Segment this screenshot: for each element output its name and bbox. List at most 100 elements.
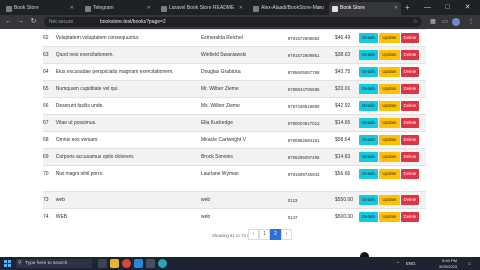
delete-button[interactable]: Delete (400, 67, 420, 77)
menu-kebab-icon[interactable]: ⋮ (466, 17, 476, 27)
chrome-icon[interactable] (122, 259, 131, 268)
profile-avatar[interactable] (452, 18, 460, 26)
browser-tab[interactable]: Telegram ✕ (82, 2, 154, 15)
book-title: Nisi magni nihil porro. (55, 165, 201, 183)
browser-toolbar: ← → ↻ Not secure bookstore.test/books?pa… (0, 15, 480, 29)
vscode-icon[interactable] (134, 259, 143, 268)
maximize-icon[interactable]: □ (440, 0, 455, 15)
table-row: 70 Nisi magni nihil porro. Lauriane Wyman 9… (43, 165, 426, 183)
delete-button[interactable]: Delete (400, 84, 420, 94)
update-button[interactable]: Update (379, 84, 400, 94)
book-price: $14.65 (334, 114, 359, 132)
details-button[interactable]: Details (358, 152, 379, 162)
books-table: 62 Voluptatem voluptatem consequuntur. Esm… (43, 29, 426, 226)
book-title: Eius excusadae perspiciatis magnam exerc… (55, 63, 201, 81)
delete-button[interactable]: Delete (400, 135, 420, 145)
tab-close-icon[interactable]: ✕ (317, 2, 321, 15)
browser-tab[interactable]: Book Store ✕ (3, 2, 77, 15)
browser-tab[interactable]: Alex-Alaadi/BookStore-Manag...✕ (250, 2, 324, 15)
table-row: 63 Quod nesi exercitationem. Winfield Swan… (43, 46, 426, 64)
book-author: web (200, 208, 288, 226)
new-tab-button[interactable]: + (405, 2, 410, 13)
url-text[interactable]: bookstore.test/books?page=2 (100, 17, 166, 27)
tray-chevron-icon[interactable]: ⌃ (396, 257, 400, 270)
update-button[interactable]: Update (379, 101, 400, 111)
pagination-page-2[interactable]: 2 (270, 229, 281, 240)
details-button[interactable]: Details (358, 101, 379, 111)
not-secure-indicator[interactable]: Not secure (49, 17, 73, 27)
update-button[interactable]: Update (379, 67, 400, 77)
file-explorer-icon[interactable] (110, 259, 119, 268)
task-view-icon[interactable] (98, 259, 107, 268)
reload-icon[interactable]: ↻ (28, 15, 39, 29)
tab-close-icon[interactable]: ✕ (70, 2, 74, 15)
forward-icon[interactable]: → (15, 15, 26, 29)
notifications-icon[interactable]: □ (468, 257, 471, 270)
delete-button[interactable]: Delete (400, 195, 420, 205)
details-button[interactable]: Details (358, 67, 379, 77)
details-button[interactable]: Details (358, 50, 379, 60)
pagination-page-1[interactable]: 1 (259, 229, 270, 240)
minimize-icon[interactable]: — (420, 0, 435, 15)
details-button[interactable]: Details (358, 169, 379, 180)
delete-button[interactable]: Delete (400, 50, 420, 60)
edge-icon[interactable] (158, 259, 167, 268)
delete-button[interactable]: Delete (400, 212, 420, 223)
browser-tab[interactable]: Laravel Book Store README ✕ (158, 2, 246, 15)
delete-button[interactable]: Delete (400, 101, 420, 111)
tab-close-icon[interactable]: ✕ (239, 2, 243, 15)
browser-tab[interactable]: Book Store ✕ (329, 2, 401, 15)
row-actions: Details Update Delete (358, 208, 426, 226)
book-title: WEB (55, 208, 201, 226)
row-actions: Details Update Delete (358, 29, 426, 47)
book-id: 69 (43, 148, 56, 166)
book-author: Lauriane Wyman (200, 165, 288, 183)
sidebar-icon[interactable]: ▭ (440, 17, 450, 27)
book-isbn: 9789844795685 (287, 80, 335, 98)
book-price: $33.01 (334, 80, 359, 98)
pagination-next[interactable]: › (281, 229, 292, 240)
tab-favicon-icon (161, 6, 167, 12)
row-actions: Details Update Delete (358, 114, 426, 132)
details-button[interactable]: Details (358, 33, 379, 43)
update-button[interactable]: Update (379, 152, 400, 162)
terminal-icon[interactable] (146, 259, 155, 268)
update-button[interactable]: Update (379, 50, 400, 60)
details-button[interactable]: Details (358, 212, 379, 223)
update-button[interactable]: Update (379, 212, 400, 223)
delete-button[interactable]: Delete (400, 33, 420, 43)
tab-close-icon[interactable]: ✕ (394, 2, 398, 15)
book-title: Corporis accusamus optio dolorem. (55, 148, 201, 166)
book-price: $500.00 (334, 208, 359, 226)
language-indicator[interactable]: ENG (406, 257, 416, 270)
details-button[interactable]: Details (358, 84, 379, 94)
update-button[interactable]: Update (379, 169, 400, 180)
update-button[interactable]: Update (379, 135, 400, 145)
row-actions: Details Update Delete (358, 131, 426, 149)
update-button[interactable]: Update (379, 118, 400, 128)
bookmark-star-icon[interactable]: ☆ (413, 17, 418, 27)
taskbar-search-input[interactable]: ⚲ Type here to search (16, 259, 92, 268)
extensions-icon[interactable]: ▦ (428, 17, 438, 27)
book-isbn: 9797436919699 (287, 97, 335, 115)
update-button[interactable]: Update (379, 195, 400, 205)
delete-button[interactable]: Delete (400, 152, 420, 162)
book-id: 67 (43, 114, 56, 132)
tab-close-icon[interactable]: ✕ (147, 2, 151, 15)
tab-label: Alex-Alaadi/BookStore-Manag... (261, 5, 324, 11)
back-icon[interactable]: ← (3, 15, 14, 29)
system-clock[interactable]: 5:40 PM 5/25/2023 (427, 258, 457, 269)
book-author: Mr. Wilber Zieme (200, 80, 288, 98)
details-button[interactable]: Details (358, 195, 379, 205)
address-bar[interactable]: Not secure bookstore.test/books?page=2 ☆ (44, 17, 422, 27)
details-button[interactable]: Details (358, 135, 379, 145)
delete-button[interactable]: Delete (400, 169, 420, 180)
windows-start-icon[interactable] (4, 260, 11, 267)
details-button[interactable]: Details (358, 118, 379, 128)
update-button[interactable]: Update (379, 33, 400, 43)
delete-button[interactable]: Delete (400, 118, 420, 128)
close-window-icon[interactable]: ✕ (460, 0, 475, 15)
pagination-prev[interactable]: ‹ (248, 229, 259, 240)
table-row: 62 Voluptatem voluptatem consequuntur. Esm… (43, 29, 426, 47)
book-isbn: 9791609726943 (287, 165, 335, 183)
